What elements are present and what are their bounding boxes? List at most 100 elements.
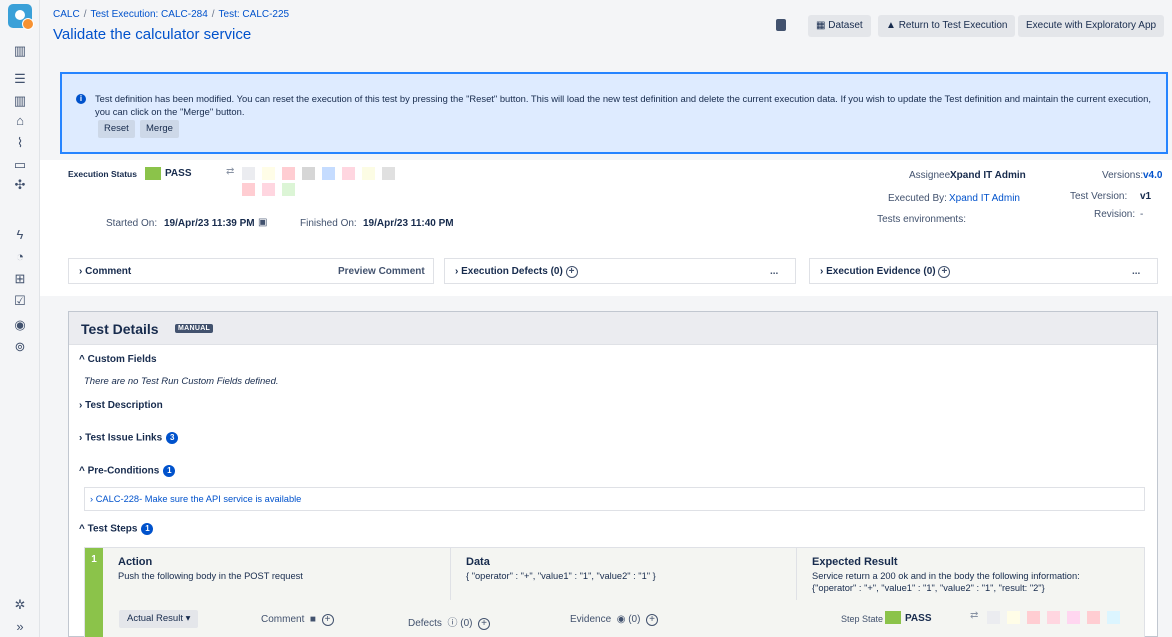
inbox-icon[interactable]: ▭ (13, 158, 27, 172)
logo-eye-icon (15, 10, 25, 20)
step-state-value: PASS (905, 613, 932, 624)
add-evidence-icon[interactable]: + (938, 266, 951, 278)
status-option-swatch[interactable] (322, 167, 335, 180)
expand-icon[interactable]: » (13, 620, 27, 634)
add-step-defect-icon[interactable]: + (478, 618, 491, 630)
add-comment-icon[interactable]: + (321, 614, 334, 626)
precondition-link[interactable]: › CALC-228- Make sure the API service is… (90, 494, 301, 504)
columns-icon[interactable]: ▥ (13, 94, 27, 108)
test-version-label: Test Version: (1070, 191, 1128, 202)
checklist-icon[interactable]: ☑ (13, 294, 27, 308)
breadcrumb-execution[interactable]: Test Execution: CALC-284 (90, 9, 207, 20)
evidence-more-button[interactable]: ... (1132, 266, 1140, 277)
step-status-option-swatch[interactable] (1047, 611, 1060, 624)
step-evidence-label: Evidence (570, 614, 612, 625)
folder-icon[interactable]: ⌂ (13, 114, 27, 128)
status-option-swatch[interactable] (362, 167, 375, 180)
test-steps-toggle[interactable]: ^ Test Steps 1 (79, 523, 154, 535)
test-issue-links-toggle[interactable]: › Test Issue Links 3 (79, 432, 179, 444)
breadcrumb-test[interactable]: Test: CALC-225 (219, 9, 290, 20)
eye-icon[interactable]: ◉ (614, 614, 626, 625)
revision-value: - (1140, 209, 1144, 220)
versions-value[interactable]: v4.0 (1143, 170, 1162, 181)
step-defects: Defects ⓘ (0) + (408, 614, 491, 630)
step-action: Action Push the following body in the PO… (103, 548, 451, 600)
tests-environments-value: - (948, 213, 952, 224)
actual-result-dropdown[interactable]: Actual Result ▾ (119, 610, 199, 628)
add-defect-icon[interactable]: + (565, 266, 578, 278)
execution-defects-panel[interactable]: › Execution Defects (0) + ... (444, 258, 796, 284)
breadcrumb: CALC / Test Execution: CALC-284/Test: CALC… (53, 9, 290, 20)
status-option-swatch[interactable] (262, 183, 275, 196)
test-steps-count-badge: 1 (141, 523, 154, 535)
dataset-button[interactable]: ▦ Dataset (808, 15, 871, 37)
execute-exploratory-button[interactable]: Execute with Exploratory App (1018, 15, 1165, 37)
arrow-up-icon: ▲ (886, 20, 899, 31)
test-version-value: v1 (1140, 191, 1152, 202)
step-status-option-swatch[interactable] (1087, 611, 1100, 624)
test-description-toggle[interactable]: › Test Description (79, 400, 163, 411)
defects-more-button[interactable]: ... (770, 266, 778, 277)
issue-links-count-badge: 3 (166, 432, 179, 444)
revision-label: Revision: (1094, 209, 1136, 220)
chevron-up-icon: ^ (79, 465, 88, 477)
status-option-swatch[interactable] (342, 167, 355, 180)
add-step-evidence-icon[interactable]: + (646, 614, 659, 626)
lightning-icon[interactable]: ϟ (13, 228, 27, 242)
preconditions-count-badge: 1 (163, 465, 176, 477)
step-status-option-swatch[interactable] (1007, 611, 1020, 624)
comment-icon[interactable]: ■ (307, 614, 319, 625)
executed-by-value[interactable]: Xpand IT Admin (949, 193, 1020, 204)
data-body: { "operator" : "+", "value1" : "1", "val… (466, 571, 656, 581)
status-option-swatch[interactable] (262, 167, 275, 180)
status-option-swatch[interactable] (282, 183, 295, 196)
step-state-label: Step State (841, 614, 884, 624)
info-circle-icon: ⓘ (444, 618, 458, 629)
execution-evidence-panel[interactable]: › Execution Evidence (0) + ... (809, 258, 1158, 284)
tree-icon[interactable]: ⊞ (13, 272, 27, 286)
pre-conditions-toggle[interactable]: ^ Pre-Conditions 1 (79, 465, 176, 477)
manual-badge: MANUAL (175, 324, 214, 333)
puzzle-icon[interactable]: ✣ (13, 178, 27, 192)
test-details-header: Test Details MANUAL (69, 312, 1157, 345)
custom-fields-toggle[interactable]: ^ Custom Fields (79, 354, 157, 365)
return-to-execution-button[interactable]: ▲ Return to Test Execution (878, 15, 1016, 37)
precondition-item: › CALC-228- Make sure the API service is… (84, 487, 1145, 511)
page-title: Validate the calculator service (53, 26, 252, 43)
status-option-swatch[interactable] (282, 167, 295, 180)
step-evidence: Evidence ◉ (0) + (570, 614, 659, 626)
reset-button[interactable]: Reset (98, 120, 135, 138)
step-status-option-swatch[interactable] (987, 611, 1000, 624)
settings-icon[interactable]: ✲ (13, 598, 27, 612)
calendar-icon[interactable]: ▣ (258, 217, 267, 228)
step-status-option-swatch[interactable] (1107, 611, 1120, 624)
execution-status-label: Execution Status (68, 169, 137, 179)
app-logo[interactable] (8, 4, 34, 30)
status-option-swatch[interactable] (242, 183, 255, 196)
status-option-swatch[interactable] (242, 167, 255, 180)
badge-icon[interactable]: ◉ (13, 318, 27, 332)
status-option-swatch[interactable] (382, 167, 395, 180)
merge-button[interactable]: Merge (140, 120, 179, 138)
board-icon[interactable]: ▥ (13, 44, 27, 58)
versions-label: Versions: (1102, 170, 1144, 181)
executed-by-label: Executed By: (888, 193, 947, 204)
step-swap-icon[interactable]: ⇄ (970, 610, 978, 621)
breadcrumb-project[interactable]: CALC (53, 9, 80, 20)
stack-icon[interactable]: ☰ (13, 72, 27, 86)
started-on-label: Started On: (106, 218, 158, 229)
comment-panel[interactable]: › Comment Preview Comment (68, 258, 434, 284)
swap-icon[interactable]: ⇄ (226, 166, 234, 177)
rocket-icon[interactable]: ◔ (13, 250, 27, 264)
status-value: PASS (165, 168, 192, 179)
step-comment-label: Comment (261, 614, 305, 625)
chevron-up-icon: ^ (79, 354, 88, 365)
status-option-swatch[interactable] (302, 167, 315, 180)
step-status-option-swatch[interactable] (1067, 611, 1080, 624)
preview-comment-button[interactable]: Preview Comment (338, 266, 425, 277)
feedback-icon[interactable] (776, 19, 786, 31)
gear-circle-icon[interactable]: ⊚ (13, 340, 27, 354)
chart-icon[interactable]: ⌇ (13, 136, 27, 150)
step-status-option-swatch[interactable] (1027, 611, 1040, 624)
assignee-value[interactable]: Xpand IT Admin (950, 170, 1026, 181)
